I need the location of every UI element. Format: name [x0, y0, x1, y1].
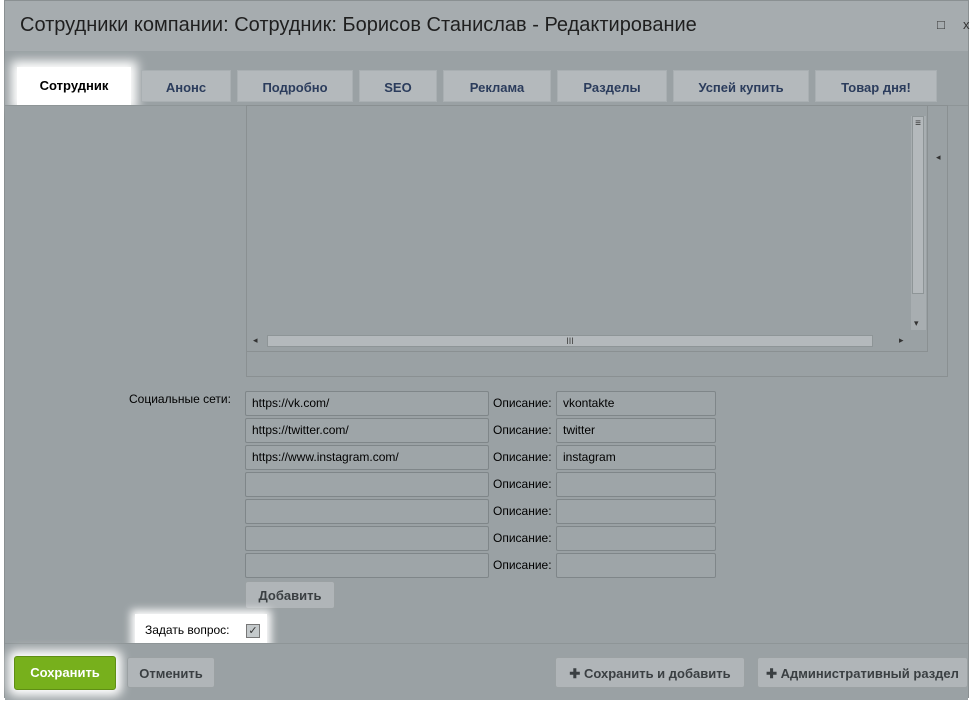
vertical-scroll-thumb[interactable]: ≡ — [912, 116, 924, 294]
tab-employee[interactable]: Сотрудник — [17, 67, 131, 105]
social-url-field-7[interactable] — [245, 553, 489, 578]
tab-bar: Сотрудник Анонс Подробно SEO Реклама Раз… — [5, 67, 968, 105]
social-desc-field-2[interactable]: twitter — [556, 418, 716, 443]
tab-sections[interactable]: Разделы — [557, 70, 667, 102]
footer-toolbar: Сохранить Отменить ✚ Сохранить и добавит… — [5, 643, 968, 700]
tab-seo[interactable]: SEO — [359, 70, 437, 102]
social-url-field-3[interactable]: https://www.instagram.com/ — [245, 445, 489, 470]
collapse-panel-icon[interactable]: ◂ — [936, 152, 941, 163]
plus-icon: ✚ — [766, 666, 777, 681]
text-editor-area[interactable]: ≡ ▾ ◂ III ▸ ◂ — [246, 105, 948, 377]
social-url-field-5[interactable] — [245, 499, 489, 524]
social-desc-field-4[interactable] — [556, 472, 716, 497]
description-label: Описание: — [493, 396, 552, 410]
description-label: Описание: — [493, 558, 552, 572]
social-url-field-6[interactable] — [245, 526, 489, 551]
admin-section-label: Административный раздел — [780, 666, 959, 681]
title-bar: Сотрудники компании: Сотрудник: Борисов … — [5, 1, 970, 51]
social-desc-field-5[interactable] — [556, 499, 716, 524]
description-label: Описание: — [493, 504, 552, 518]
save-and-add-button[interactable]: ✚ Сохранить и добавить — [555, 657, 745, 688]
editor-frame[interactable]: ≡ ▾ ◂ III ▸ — [247, 106, 928, 352]
horizontal-scroll-thumb[interactable]: III — [267, 335, 873, 347]
description-label: Описание: — [493, 450, 552, 464]
plus-icon: ✚ — [569, 666, 581, 681]
social-desc-field-6[interactable] — [556, 526, 716, 551]
admin-section-button[interactable]: ✚ Административный раздел — [757, 657, 968, 688]
description-label: Описание: — [493, 423, 552, 437]
tab-hurry-buy[interactable]: Успей купить — [673, 70, 809, 102]
save-button[interactable]: Сохранить — [14, 656, 116, 690]
tab-announce[interactable]: Анонс — [141, 70, 231, 102]
social-networks-label: Социальные сети: — [129, 392, 231, 406]
scroll-right-icon[interactable]: ▸ — [899, 335, 904, 346]
description-label: Описание: — [493, 477, 552, 491]
scroll-down-icon[interactable]: ▾ — [914, 318, 919, 329]
maximize-icon[interactable]: □ — [937, 17, 945, 32]
checkmark-icon: ✓ — [248, 625, 258, 637]
tab-details[interactable]: Подробно — [237, 70, 353, 102]
scroll-grip-icon: ≡ — [915, 118, 921, 129]
save-and-add-label: Сохранить и добавить — [583, 666, 731, 681]
tab-ads[interactable]: Реклама — [443, 70, 551, 102]
description-label: Описание: — [493, 531, 552, 545]
social-url-field-4[interactable] — [245, 472, 489, 497]
cancel-button[interactable]: Отменить — [127, 657, 215, 688]
vertical-scrollbar[interactable]: ≡ ▾ — [911, 116, 926, 330]
scroll-left-icon[interactable]: ◂ — [253, 335, 258, 346]
horizontal-scrollbar[interactable]: ◂ III ▸ — [251, 332, 911, 348]
social-desc-field-3[interactable]: instagram — [556, 445, 716, 470]
social-url-field-1[interactable]: https://vk.com/ — [245, 391, 489, 416]
tab-product-of-day[interactable]: Товар дня! — [815, 70, 937, 102]
edit-dialog: Сотрудники компании: Сотрудник: Борисов … — [4, 0, 970, 700]
tab-content: ≡ ▾ ◂ III ▸ ◂ Социальные сети: https://v… — [5, 105, 968, 648]
ask-question-checkbox[interactable]: ✓ — [246, 624, 260, 638]
social-desc-field-7[interactable] — [556, 553, 716, 578]
social-desc-field-1[interactable]: vkontakte — [556, 391, 716, 416]
ask-question-label: Задать вопрос: — [145, 623, 230, 637]
add-social-button[interactable]: Добавить — [245, 581, 335, 609]
social-url-field-2[interactable]: https://twitter.com/ — [245, 418, 489, 443]
dialog-title: Сотрудники компании: Сотрудник: Борисов … — [20, 14, 697, 36]
close-icon[interactable]: x — [963, 17, 970, 32]
